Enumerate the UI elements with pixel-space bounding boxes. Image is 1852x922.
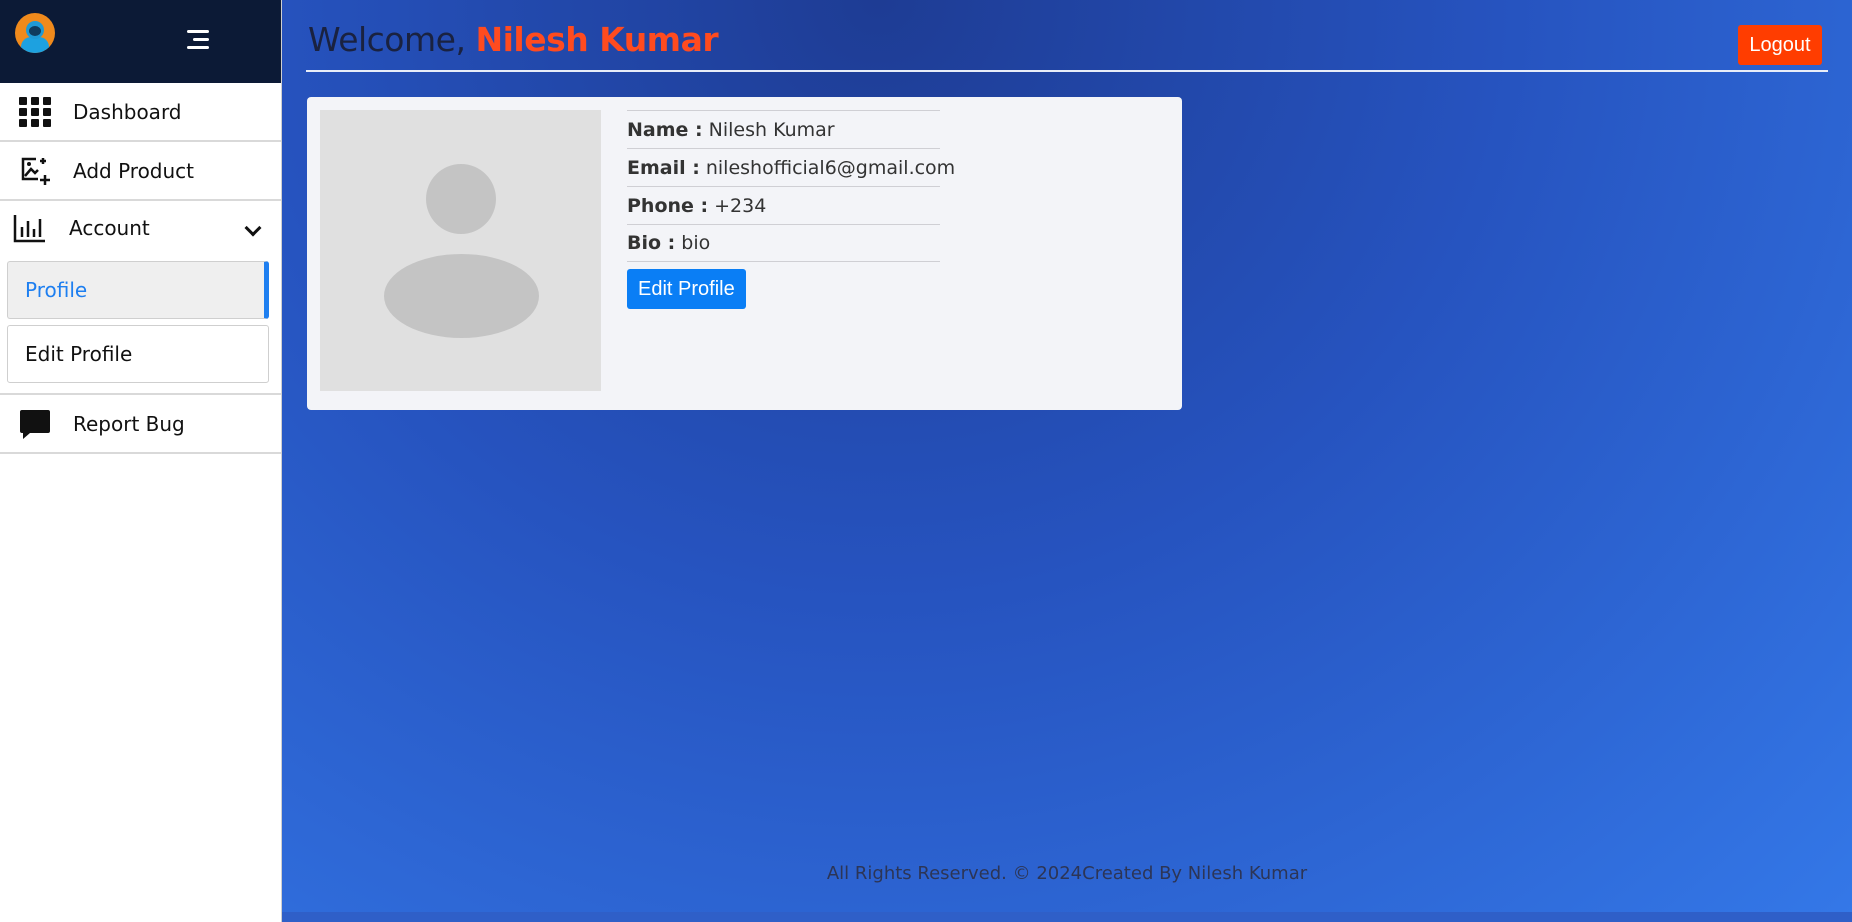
- grid-icon: [19, 96, 51, 127]
- email-label: Email :: [627, 156, 700, 179]
- sidebar-header: [0, 0, 281, 83]
- logout-button[interactable]: Logout: [1738, 25, 1822, 65]
- email-value: nileshofficial6@gmail.com: [705, 156, 956, 179]
- avatar-logo-icon[interactable]: [15, 13, 55, 53]
- profile-email-row: Email : nileshofficial6@gmail.com: [627, 148, 955, 186]
- sidebar-item-add-product[interactable]: Add Product: [0, 142, 281, 201]
- chat-bubble-icon: [20, 409, 50, 439]
- bio-value: bio: [681, 232, 711, 254]
- sidebar-subitem-profile[interactable]: Profile: [7, 261, 269, 319]
- sidebar-item-label: Report Bug: [73, 411, 185, 436]
- welcome-prefix: Welcome,: [308, 20, 466, 59]
- chevron-down-icon[interactable]: [244, 219, 262, 237]
- sidebar-subitem-edit-profile[interactable]: Edit Profile: [7, 325, 269, 383]
- sidebar-item-account[interactable]: Account: [0, 201, 281, 255]
- sidebar-item-label: Dashboard: [73, 99, 182, 124]
- phone-value: +234: [714, 194, 767, 217]
- profile-name-row: Name : Nilesh Kumar: [627, 110, 940, 148]
- avatar-placeholder-body: [384, 254, 539, 338]
- sidebar-subitem-label: Edit Profile: [25, 342, 133, 366]
- sidebar-item-label: Add Product: [73, 158, 195, 183]
- sidebar-item-label: Account: [69, 216, 150, 240]
- sidebar: Dashboard Add Product Account Profile Ed…: [0, 0, 282, 922]
- account-submenu: Profile Edit Profile: [0, 255, 281, 395]
- page-title: Welcome, Nilesh Kumar: [308, 20, 719, 59]
- avatar-placeholder-icon: [426, 164, 496, 234]
- edit-profile-button[interactable]: Edit Profile: [627, 269, 746, 309]
- add-image-icon: [21, 157, 50, 185]
- page-header: Welcome, Nilesh Kumar Logout: [306, 0, 1828, 72]
- main-content: Welcome, Nilesh Kumar Logout Name : Nile…: [282, 0, 1852, 922]
- name-value: Nilesh Kumar: [708, 118, 835, 141]
- sidebar-item-report-bug[interactable]: Report Bug: [0, 395, 281, 454]
- profile-bio-row: Bio : bio: [627, 224, 940, 262]
- bottom-bar: [282, 912, 1852, 922]
- phone-label: Phone :: [627, 194, 709, 217]
- sidebar-item-dashboard[interactable]: Dashboard: [0, 83, 281, 142]
- hamburger-menu-icon[interactable]: [187, 30, 209, 50]
- sidebar-subitem-label: Profile: [25, 278, 88, 302]
- profile-phone-row: Phone : +234: [627, 186, 940, 224]
- profile-card: Name : Nilesh Kumar Email : nileshoffici…: [307, 97, 1182, 410]
- user-name: Nilesh Kumar: [475, 20, 719, 59]
- profile-details: Name : Nilesh Kumar Email : nileshoffici…: [627, 110, 955, 309]
- avatar: [320, 110, 601, 391]
- name-label: Name :: [627, 118, 703, 141]
- bar-chart-icon: [13, 215, 45, 243]
- footer-text: All Rights Reserved. © 2024Created By Ni…: [826, 863, 1308, 884]
- bio-label: Bio :: [627, 232, 676, 254]
